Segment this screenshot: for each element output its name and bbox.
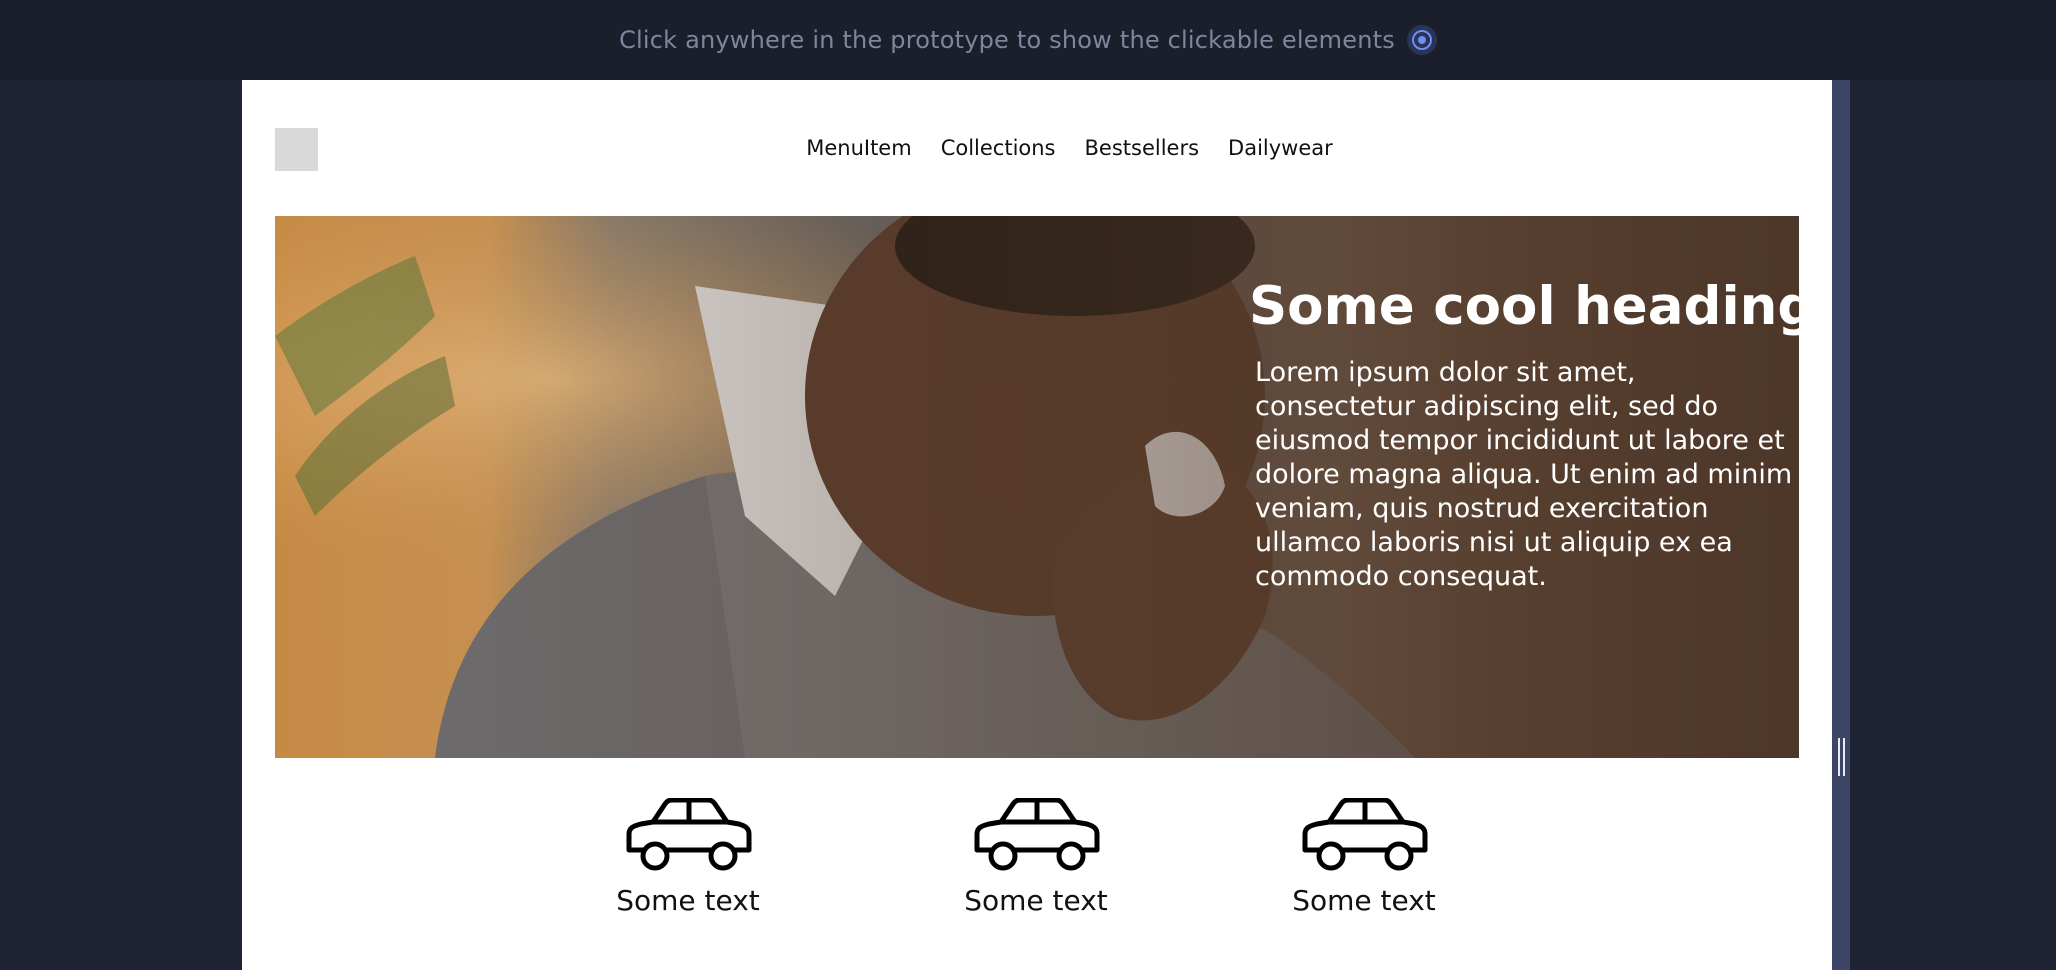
hero-body-text: Lorem ipsum dolor sit amet, consectetur …: [1255, 357, 1793, 592]
prototype-hint-bar: Click anywhere in the prototype to show …: [0, 0, 2056, 80]
main-nav: MenuItem Collections Bestsellers Dailywe…: [242, 136, 1832, 160]
car-icon: [626, 798, 752, 871]
feature-label: Some text: [964, 884, 1108, 917]
prototype-frame[interactable]: MenuItem Collections Bestsellers Dailywe…: [242, 80, 1832, 970]
nav-item-dailywear[interactable]: Dailywear: [1228, 136, 1333, 160]
car-icon: [974, 798, 1100, 871]
hero-banner: Some cool heading Lorem ipsum dolor sit …: [275, 216, 1799, 758]
nav-item-collections[interactable]: Collections: [941, 136, 1056, 160]
nav-item-bestsellers[interactable]: Bestsellers: [1085, 136, 1200, 160]
feature-row: Some text Some text Some text: [242, 798, 1832, 970]
feature-item[interactable]: Some text: [1264, 798, 1464, 917]
scrollbar-handle[interactable]: [1838, 738, 1845, 776]
target-icon[interactable]: [1406, 25, 1437, 55]
feature-item[interactable]: Some text: [936, 798, 1136, 917]
feature-item[interactable]: Some text: [588, 798, 788, 917]
feature-label: Some text: [616, 884, 760, 917]
scrollbar-track[interactable]: [1832, 80, 1850, 970]
prototype-hint-text: Click anywhere in the prototype to show …: [619, 26, 1395, 54]
car-icon: [1302, 798, 1428, 871]
feature-label: Some text: [1292, 884, 1436, 917]
nav-item-menuitem[interactable]: MenuItem: [806, 136, 911, 160]
hero-heading: Some cool heading: [1249, 276, 1799, 337]
